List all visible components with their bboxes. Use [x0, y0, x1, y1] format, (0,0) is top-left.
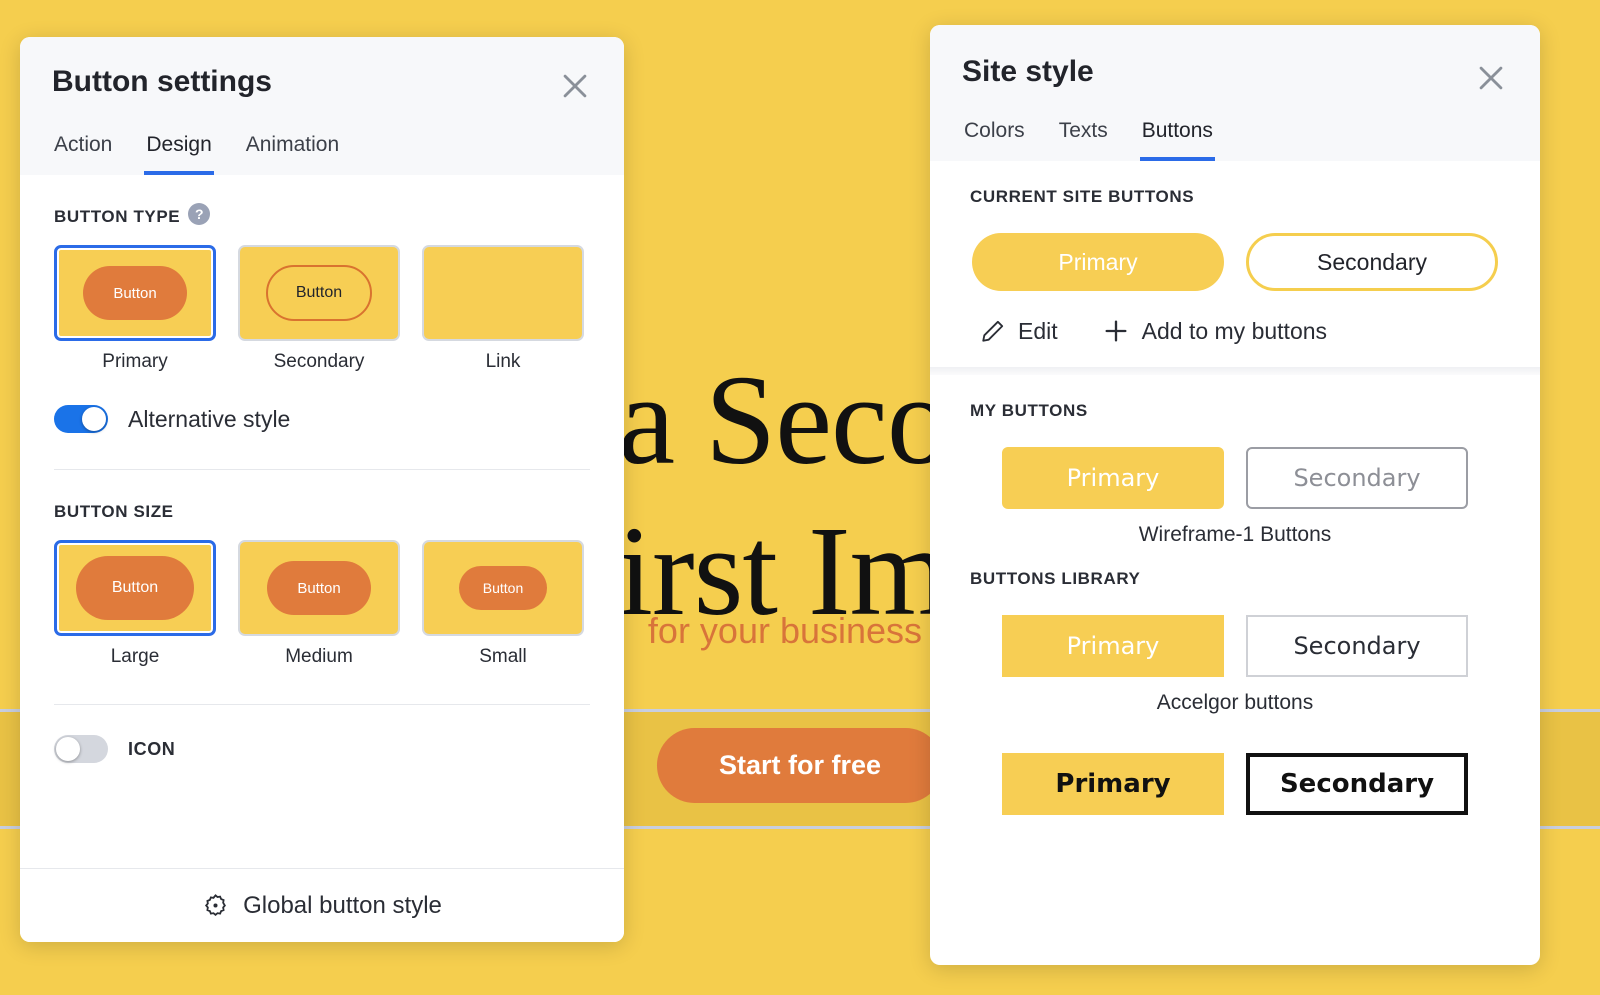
library-accelgor-primary-button[interactable]: Primary: [1002, 615, 1224, 677]
section-divider: [930, 367, 1540, 375]
library-bold-secondary-button[interactable]: Secondary: [1246, 753, 1468, 815]
current-site-buttons-section: CURRENT SITE BUTTONS Primary Secondary E…: [930, 161, 1540, 345]
icon-toggle-row: ICON: [54, 735, 590, 763]
divider: [54, 704, 590, 705]
close-icon[interactable]: [1468, 55, 1514, 101]
tab-action[interactable]: Action: [52, 129, 114, 175]
button-type-option-primary[interactable]: Button Primary: [54, 245, 216, 373]
preview-small-button: Button: [459, 566, 547, 610]
button-size-tile-medium[interactable]: Button: [238, 540, 400, 636]
my-buttons-label: MY BUTTONS: [970, 401, 1088, 420]
global-button-style-button[interactable]: Global button style: [20, 868, 624, 942]
button-size-caption-medium: Medium: [285, 646, 353, 667]
start-for-free-button[interactable]: Start for free: [656, 728, 944, 803]
library-accelgor-secondary-button[interactable]: Secondary: [1246, 615, 1468, 677]
tab-animation[interactable]: Animation: [244, 129, 341, 175]
toggle-knob: [82, 407, 106, 431]
button-size-option-small[interactable]: Button Small: [422, 540, 584, 668]
library-bold-primary-button[interactable]: Primary: [1002, 753, 1224, 815]
add-to-my-buttons-button[interactable]: Add to my buttons: [1102, 317, 1327, 345]
page-title: Button settings: [52, 65, 272, 98]
button-size-option-medium[interactable]: Button Medium: [238, 540, 400, 668]
close-icon[interactable]: [552, 63, 598, 109]
toggle-knob: [56, 737, 80, 761]
buttons-library-label: BUTTONS LIBRARY: [970, 569, 1141, 588]
button-settings-header: Button settings Action Design Animation: [20, 37, 624, 175]
icon-toggle-label: ICON: [128, 738, 176, 759]
button-settings-panel: Button settings Action Design Animation …: [20, 37, 624, 942]
tab-colors[interactable]: Colors: [962, 115, 1027, 161]
my-buttons-set: Primary Secondary: [970, 447, 1500, 509]
button-settings-tabs: Action Design Animation: [52, 129, 592, 175]
alternative-style-label: Alternative style: [128, 405, 291, 432]
current-site-buttons-label: CURRENT SITE BUTTONS: [970, 187, 1195, 206]
gear-icon: [205, 894, 227, 917]
button-size-section: BUTTON SIZE Button Large Button Medium B…: [54, 502, 590, 668]
button-type-label: BUTTON TYPE?: [54, 203, 590, 227]
tab-design[interactable]: Design: [144, 129, 214, 175]
alternative-style-row: Alternative style: [54, 405, 590, 433]
button-type-options: Button Primary Button Secondary Link: [54, 245, 590, 373]
button-size-label: BUTTON SIZE: [54, 502, 174, 521]
current-secondary-button[interactable]: Secondary: [1246, 233, 1498, 291]
alternative-style-toggle[interactable]: [54, 405, 108, 433]
button-type-caption-primary: Primary: [102, 351, 168, 372]
button-type-option-secondary[interactable]: Button Secondary: [238, 245, 400, 373]
button-size-tile-large[interactable]: Button: [54, 540, 216, 636]
divider: [54, 469, 590, 470]
button-settings-body: BUTTON TYPE? Button Primary Button Secon…: [20, 203, 624, 763]
add-to-my-buttons-label: Add to my buttons: [1141, 317, 1328, 344]
current-primary-button[interactable]: Primary: [972, 233, 1224, 291]
plus-icon: [1105, 320, 1127, 342]
preview-large-button: Button: [76, 556, 194, 620]
my-buttons-section: MY BUTTONS Primary Secondary Wireframe-1…: [930, 375, 1540, 547]
current-site-buttons-pair: Primary Secondary: [970, 233, 1500, 291]
current-site-buttons-actions: Edit Add to my buttons: [970, 317, 1500, 345]
tab-texts[interactable]: Texts: [1057, 115, 1110, 161]
edit-button[interactable]: Edit: [980, 317, 1058, 345]
preview-medium-button: Button: [267, 561, 371, 615]
button-type-caption-link: Link: [485, 351, 521, 372]
buttons-library-set: Primary Secondary: [970, 753, 1500, 815]
buttons-library-set: Primary Secondary: [970, 615, 1500, 677]
preview-secondary-button: Button: [266, 265, 372, 321]
button-type-tile-secondary[interactable]: Button: [238, 245, 400, 341]
edit-label: Edit: [1018, 317, 1058, 344]
global-button-style-label: Global button style: [243, 891, 442, 919]
tab-buttons[interactable]: Buttons: [1139, 115, 1215, 161]
site-style-header: Site style Colors Texts Buttons: [930, 25, 1540, 161]
button-type-section: BUTTON TYPE? Button Primary Button Secon…: [54, 203, 590, 373]
site-style-title: Site style: [962, 55, 1094, 88]
button-size-caption-small: Small: [479, 646, 527, 667]
button-type-tile-link[interactable]: [422, 245, 584, 341]
buttons-library-section: BUTTONS LIBRARY Primary Secondary Accelg…: [930, 547, 1540, 815]
site-style-tabs: Colors Texts Buttons: [962, 115, 1508, 161]
my-buttons-primary-button[interactable]: Primary: [1002, 447, 1224, 509]
icon-toggle[interactable]: [54, 735, 108, 763]
button-type-option-link[interactable]: Link: [422, 245, 584, 373]
button-type-tile-primary[interactable]: Button: [54, 245, 216, 341]
preview-primary-button: Button: [83, 266, 187, 320]
button-size-tile-small[interactable]: Button: [422, 540, 584, 636]
buttons-library-set-caption: Accelgor buttons: [1156, 691, 1314, 714]
my-buttons-set-caption: Wireframe-1 Buttons: [1138, 523, 1332, 546]
my-buttons-secondary-button[interactable]: Secondary: [1246, 447, 1468, 509]
site-style-panel: Site style Colors Texts Buttons CURRENT …: [930, 25, 1540, 965]
button-size-caption-large: Large: [110, 646, 160, 667]
help-icon[interactable]: ?: [188, 203, 211, 225]
button-size-options: Button Large Button Medium Button Small: [54, 540, 590, 668]
pencil-icon: [982, 320, 1004, 342]
button-type-caption-secondary: Secondary: [273, 351, 365, 372]
button-size-option-large[interactable]: Button Large: [54, 540, 216, 668]
